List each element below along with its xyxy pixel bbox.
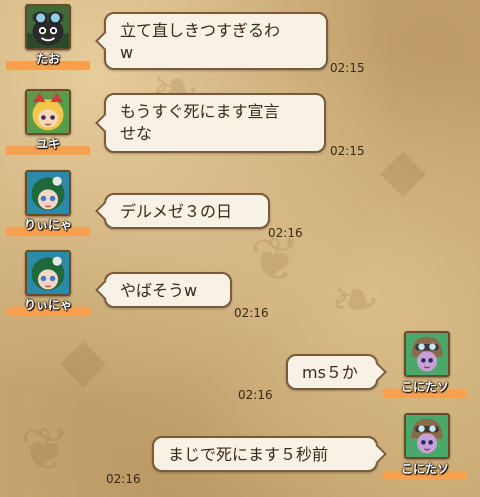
message-timestamp: 02:16 [238, 388, 273, 402]
message-bubble: 立て直しきつすぎるわ w [95, 12, 328, 70]
message-timestamp: 02:15 [330, 144, 365, 158]
sender-name-label: ユキ [35, 137, 60, 151]
sender-name-label: りぃにゃ [23, 218, 72, 232]
message-bubble: ms５か [286, 354, 387, 390]
message-timestamp: 02:15 [330, 61, 365, 75]
bubble-tail [367, 444, 387, 464]
helmet-girl-avatar-icon[interactable] [404, 413, 450, 459]
message-text: ms５か [302, 363, 358, 382]
blonde-girl-avatar-icon[interactable] [25, 89, 71, 135]
sender-name-label: こにたソ [400, 462, 449, 476]
bubble-tail [95, 280, 115, 300]
background-leaf-icon: ❧ [330, 265, 381, 335]
green-hair-girl-avatar-icon[interactable] [25, 170, 71, 216]
helmet-girl-avatar-icon[interactable] [404, 331, 450, 377]
green-hair-girl-avatar-icon[interactable] [25, 250, 71, 296]
background-slime-icon: ◆ [60, 325, 107, 395]
message-bubble: もうすぐ死にます宣言 せな [95, 93, 326, 153]
sender-name-label: りぃにゃ [23, 298, 72, 312]
sender-name: ユキ [6, 137, 90, 155]
background-slime-icon: ◆ [380, 135, 427, 205]
sender-name-label: たお [35, 52, 60, 66]
sender-name: りぃにゃ [6, 218, 90, 236]
sender-name: りぃにゃ [6, 298, 90, 316]
sender-name: こにたソ [383, 462, 467, 480]
message-bubble: やばそうw [95, 272, 232, 308]
bubble-tail [95, 201, 115, 221]
bubble-tail [95, 31, 115, 51]
sender-name: たお [6, 52, 90, 70]
message-text: もうすぐ死にます宣言 せな [120, 102, 280, 143]
background-leaf-icon: ❦ [20, 415, 71, 485]
message-bubble: デルメゼ３の日 [95, 193, 270, 229]
message-text: 立て直しきつすぎるわ w [120, 21, 281, 62]
message-timestamp: 02:16 [268, 226, 303, 240]
bubble-tail [95, 113, 115, 133]
sender-name-label: こにたソ [400, 380, 449, 394]
message-timestamp: 02:16 [106, 472, 141, 486]
message-timestamp: 02:16 [234, 306, 269, 320]
goggle-monster-avatar-icon[interactable] [25, 4, 71, 50]
bubble-tail [367, 362, 387, 382]
message-text: まじで死にます５秒前 [168, 445, 329, 464]
message-text: デルメゼ３の日 [120, 202, 233, 221]
sender-name: こにたソ [383, 380, 467, 398]
message-bubble: まじで死にます５秒前 [152, 436, 387, 472]
message-text: やばそうw [120, 281, 198, 300]
